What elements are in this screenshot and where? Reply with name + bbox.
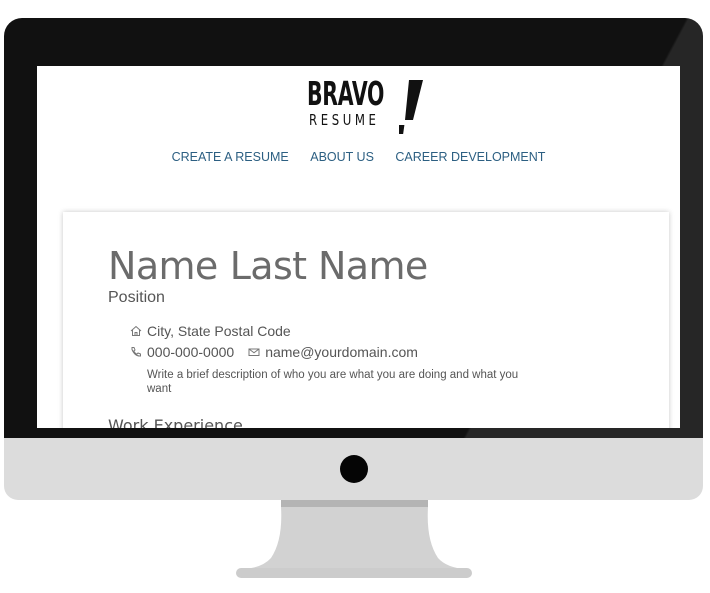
monitor-logo-dot <box>340 455 368 483</box>
nav-create-resume[interactable]: CREATE A RESUME <box>172 150 289 164</box>
bravo-resume-logo[interactable]: BRAVO RESUME <box>307 74 427 134</box>
address-text[interactable]: City, State Postal Code <box>147 323 291 339</box>
phone-email-row: 000-000-0000 name@yourdomain.com <box>130 344 418 360</box>
phone-icon <box>130 346 142 358</box>
resume-preview-card[interactable]: Name Last Name Position City, State Posta… <box>63 212 669 428</box>
last-name[interactable]: Last Name <box>230 244 429 288</box>
nav-about-us[interactable]: ABOUT US <box>310 150 374 164</box>
phone-text[interactable]: 000-000-0000 <box>147 344 234 360</box>
resume-position[interactable]: Position <box>108 289 165 307</box>
logo-bravo-text: BRAVO <box>307 74 385 113</box>
nav-career-development[interactable]: CAREER DEVELOPMENT <box>395 150 545 164</box>
email-text[interactable]: name@yourdomain.com <box>265 344 418 360</box>
exclamation-icon <box>399 80 423 134</box>
address-row: City, State Postal Code <box>130 323 291 339</box>
monitor-bezel: BRAVO RESUME CREATE A RESUME ABOUT US CA… <box>4 18 703 438</box>
first-name[interactable]: Name <box>108 244 218 288</box>
monitor-screen: BRAVO RESUME CREATE A RESUME ABOUT US CA… <box>37 66 680 428</box>
summary-description[interactable]: Write a brief description of who you are… <box>147 368 537 396</box>
resume-name[interactable]: Name Last Name <box>108 244 440 288</box>
envelope-icon <box>248 346 260 358</box>
work-experience-heading: Work Experience <box>108 416 243 428</box>
home-icon <box>130 325 142 337</box>
main-nav: CREATE A RESUME ABOUT US CAREER DEVELOPM… <box>37 150 680 164</box>
monitor-stand <box>236 500 472 578</box>
logo-resume-text: RESUME <box>309 111 380 129</box>
